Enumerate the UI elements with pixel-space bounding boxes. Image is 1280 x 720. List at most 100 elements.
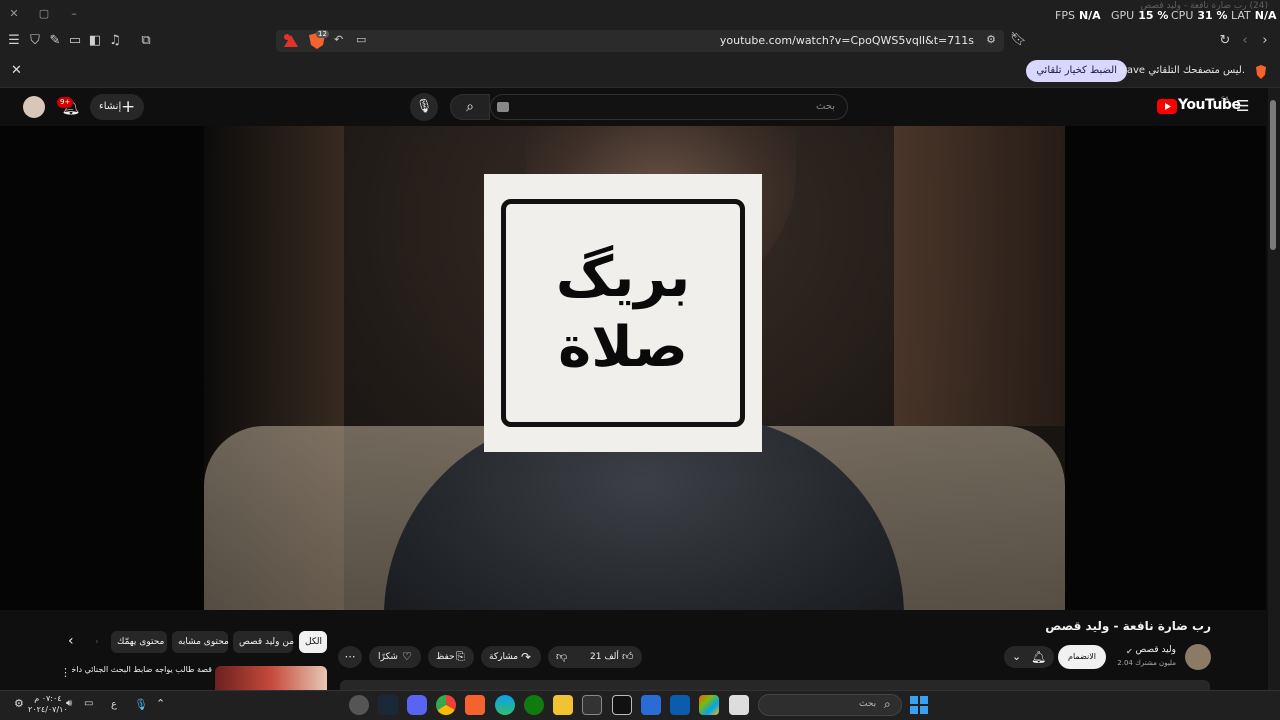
chrome-icon[interactable]: [436, 695, 456, 715]
overlay-line1: بريگ: [555, 245, 691, 310]
like-count: 21 ألف: [590, 652, 619, 662]
copilot-icon[interactable]: [699, 695, 719, 715]
edge-icon[interactable]: [495, 695, 515, 715]
scrollbar-thumb[interactable]: [1270, 100, 1276, 250]
voice-search-icon[interactable]: 🎙︎: [410, 93, 438, 121]
tabs-icon[interactable]: ▭: [66, 32, 84, 50]
taskbar-search[interactable]: بحث ⌕: [758, 694, 902, 716]
shield-icon[interactable]: ⛉: [26, 32, 44, 50]
recommendation-title[interactable]: قصة طالب يواجه ضابط البحث الجنائي داخل: [72, 665, 212, 674]
close-window-icon[interactable]: ✕: [6, 6, 22, 22]
chip-from-channel[interactable]: من وليد قصص: [233, 631, 294, 653]
store-icon[interactable]: [641, 695, 661, 715]
overlay-frame: بريگ صلاة: [501, 199, 745, 427]
youtube-logo-icon[interactable]: [1157, 99, 1177, 114]
chip-recommended[interactable]: محتوى يهمّك: [111, 631, 167, 653]
region-code: SA: [1221, 96, 1230, 103]
tab-title[interactable]: (24) رب ضارة نافعة - وليد قصص: [1128, 1, 1268, 13]
xbox-icon[interactable]: [524, 695, 544, 715]
video-title: رب ضارة نافعة - وليد قصص: [1045, 619, 1211, 633]
menu-icon[interactable]: ☰: [5, 32, 23, 50]
share-label: مشاركة: [489, 652, 519, 662]
set-default-button[interactable]: الضبط كخيار تلقائي: [1026, 60, 1127, 82]
save-label: حفظ: [436, 652, 455, 662]
file-explorer-icon[interactable]: [553, 695, 573, 715]
share-button[interactable]: مشاركة ↷: [481, 646, 541, 668]
bell-icon: 🔔︎: [1031, 650, 1047, 664]
default-browser-infobar: ✕ الضبط كخيار تلقائي Brave ليس متصفحك ال…: [0, 54, 1280, 88]
taskbar-search-placeholder: بحث: [859, 699, 877, 709]
recommendation-menu-icon[interactable]: ⋮: [60, 666, 71, 679]
dislike-button[interactable]: 👎︎: [556, 646, 567, 668]
thanks-button[interactable]: شكرًا ♡: [369, 646, 421, 668]
forward-icon[interactable]: ‹: [1236, 32, 1254, 50]
subscribe-bell-button[interactable]: ⌄ 🔔︎: [1004, 646, 1054, 668]
windows-taskbar: [0, 690, 1280, 720]
hud-fps: FPS N/A: [1055, 9, 1101, 22]
subscriber-count: 2.04 مليون مشترك: [1117, 659, 1176, 667]
chips-scroll-icon: ›: [95, 637, 99, 647]
mail-icon[interactable]: [670, 695, 690, 715]
back-icon[interactable]: ›: [1256, 32, 1274, 50]
title-bar: ✕ ▢ – FPS N/A GPU 15 % CPU 31 % LAT N/A (24)…: [0, 0, 1280, 28]
settings-tray-icon[interactable]: ⚙: [14, 697, 24, 710]
brave-logo-icon: [1254, 64, 1268, 79]
chip-similar[interactable]: محتوى مشابه: [172, 631, 229, 653]
sidebar-icon[interactable]: ◧: [86, 32, 104, 50]
search-input[interactable]: بحث: [490, 94, 848, 120]
channel-avatar[interactable]: [1185, 644, 1211, 670]
pip-icon[interactable]: ▭: [356, 33, 366, 46]
search-placeholder: بحث: [815, 101, 835, 112]
channel-name[interactable]: وليد قصص: [1135, 645, 1176, 655]
create-button[interactable]: إنشاء +: [90, 94, 144, 120]
overlay-line2: صلاة: [558, 315, 688, 380]
chip-all[interactable]: الكل: [299, 631, 327, 653]
volume-icon[interactable]: 🔊︎: [66, 698, 72, 709]
microphone-icon[interactable]: 🎙︎: [134, 698, 148, 711]
hud-fps-label: FPS: [1055, 9, 1075, 22]
bookmark-icon[interactable]: 🔖︎: [1010, 32, 1027, 47]
screenshot-icon[interactable]: ⧉: [137, 32, 155, 50]
save-button[interactable]: حفظ ⎘: [428, 646, 474, 668]
maximize-window-icon[interactable]: ▢: [36, 6, 52, 22]
share-icon: ↷: [521, 650, 532, 664]
reload-icon[interactable]: ↻: [1216, 32, 1234, 50]
like-button[interactable]: 👍︎: [622, 646, 634, 668]
steam-icon[interactable]: [378, 695, 398, 715]
ctrl-app-icon[interactable]: [612, 695, 632, 715]
avatar[interactable]: [23, 96, 45, 118]
input-language[interactable]: ع: [111, 699, 117, 710]
site-settings-icon[interactable]: ⚙: [986, 33, 996, 46]
network-icon[interactable]: ▭: [84, 698, 93, 709]
brave-taskbar-icon[interactable]: [465, 695, 485, 715]
discord-icon[interactable]: [407, 695, 427, 715]
more-actions-icon[interactable]: ⋯: [338, 646, 362, 668]
clock[interactable]: ٠٧:٠٤ م ٢٠٢٤/٠٧/١٠: [28, 693, 68, 715]
app-icon[interactable]: [582, 695, 602, 715]
chips-next-icon[interactable]: ‹: [68, 633, 74, 649]
notepad-icon[interactable]: [729, 695, 749, 715]
tray-overflow-icon[interactable]: ⌃: [156, 697, 165, 710]
minimize-window-icon[interactable]: –: [66, 6, 82, 22]
chevron-down-icon: ⌄: [1012, 650, 1022, 663]
clock-time: ٠٧:٠٤ م: [34, 694, 62, 703]
dismiss-infobar-icon[interactable]: ✕: [11, 63, 22, 78]
recommendation-thumbnail[interactable]: [215, 666, 327, 690]
url-text[interactable]: youtube.com/watch?v=CpoQWS5vqlI&t=711s: [720, 34, 974, 47]
brave-shields-icon[interactable]: 12: [306, 30, 329, 50]
prayer-break-overlay: بريگ صلاة: [484, 174, 762, 452]
search-button[interactable]: ⌕: [450, 94, 490, 120]
share-page-icon[interactable]: ↶: [334, 33, 343, 46]
start-button[interactable]: [910, 696, 928, 714]
music-icon[interactable]: ♫: [106, 32, 124, 50]
background-wall-right: [894, 126, 1065, 426]
join-button[interactable]: الانضمام: [1058, 645, 1106, 669]
extensions-icon[interactable]: ✎: [46, 32, 64, 50]
description-box[interactable]: [340, 680, 1210, 690]
brave-rewards-icon[interactable]: [282, 32, 300, 50]
verified-icon: ✔: [1126, 647, 1133, 656]
address-bar[interactable]: 12 ↶ ▭ youtube.com/watch?v=CpoQWS5vqlI&t…: [276, 30, 1004, 52]
obs-icon[interactable]: [349, 695, 369, 715]
guide-menu-icon[interactable]: ☰: [1236, 97, 1249, 115]
keyboard-icon[interactable]: [497, 102, 509, 112]
